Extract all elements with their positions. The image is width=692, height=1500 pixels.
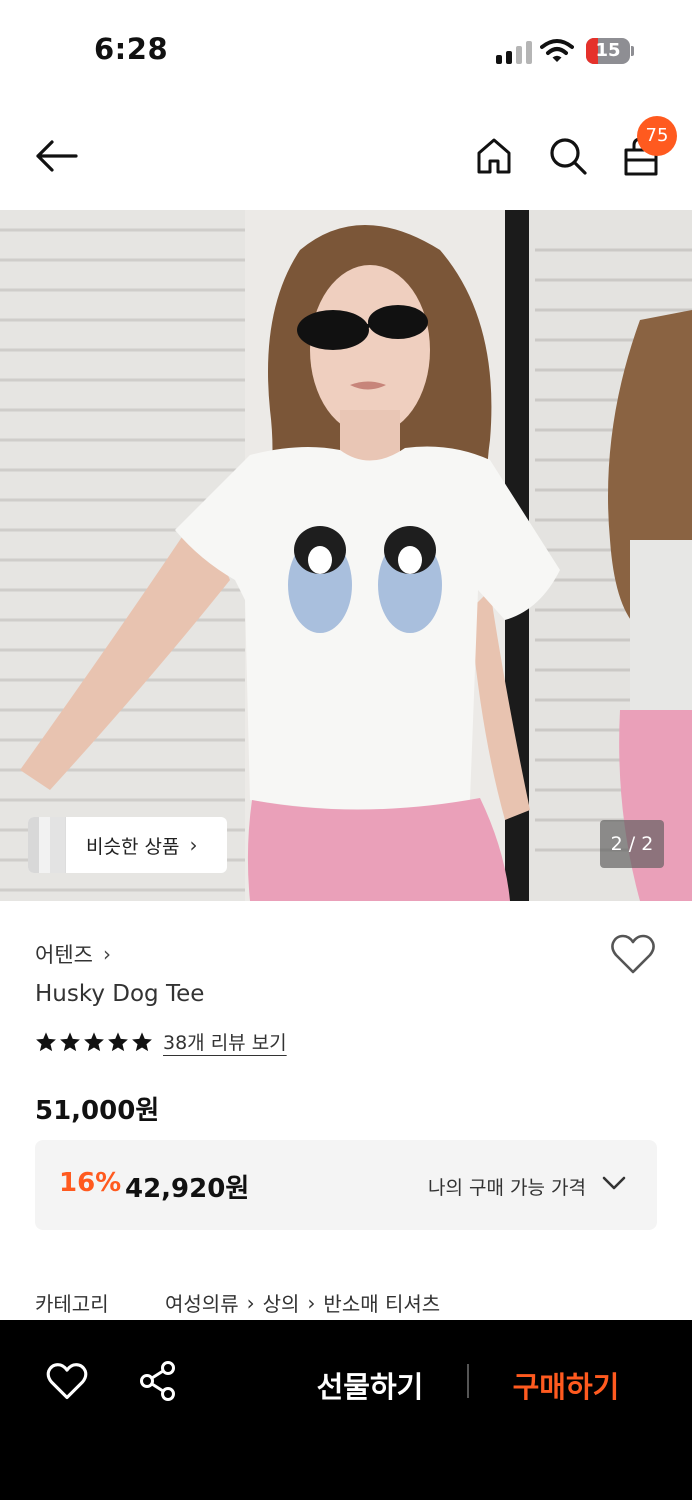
discount-rate: 16% — [59, 1168, 122, 1198]
cellular-signal-icon — [496, 40, 532, 64]
product-name: Husky Dog Tee — [35, 981, 205, 1007]
similar-products-label: 비슷한 상품 — [86, 835, 180, 858]
chevron-right-icon: › — [246, 1290, 255, 1315]
gift-button[interactable]: 선물하기 — [300, 1364, 440, 1406]
brand-name: 어텐즈 — [35, 943, 93, 967]
discount-price: 42,920원 — [125, 1174, 250, 1204]
wishlist-button[interactable] — [610, 934, 656, 980]
chevron-down-icon — [602, 1176, 626, 1190]
similar-product-thumbnail — [28, 817, 66, 873]
star-icon — [84, 1031, 104, 1051]
battery-icon: 15 — [586, 38, 634, 64]
breadcrumb-item[interactable]: 상의 — [263, 1288, 300, 1317]
home-button[interactable] — [470, 132, 518, 180]
heart-icon — [46, 1363, 88, 1400]
arrow-left-icon — [36, 140, 78, 172]
category-label: 카테고리 — [35, 1292, 109, 1316]
star-icon — [36, 1031, 56, 1051]
chevron-right-icon: › — [102, 942, 111, 966]
share-icon — [140, 1361, 175, 1401]
star-icon — [132, 1031, 152, 1051]
my-price-dropdown[interactable]: 16% 42,920원 나의 구매 가능 가격 — [35, 1140, 657, 1230]
category-breadcrumb: 여성의류 › 상의 › 반소매 티셔츠 — [165, 1288, 440, 1317]
chevron-right-icon: › — [307, 1290, 316, 1315]
original-price: 51,000원 — [35, 1096, 160, 1126]
status-bar: 6:28 15 — [0, 0, 692, 100]
back-button[interactable] — [30, 130, 82, 182]
product-image[interactable] — [0, 210, 692, 901]
battery-level-text: 15 — [595, 40, 621, 61]
star-icon — [108, 1031, 128, 1051]
chevron-right-icon: › — [189, 833, 198, 857]
home-icon — [477, 138, 511, 174]
heart-icon — [611, 934, 655, 974]
review-link[interactable]: 38개 리뷰 보기 — [163, 1028, 287, 1055]
breadcrumb-item[interactable]: 반소매 티셔츠 — [323, 1288, 440, 1317]
search-button[interactable] — [544, 132, 592, 180]
similar-products-button[interactable]: 비슷한 상품 › — [28, 817, 227, 873]
bottom-wishlist-button[interactable] — [46, 1362, 88, 1402]
brand-link[interactable]: 어텐즈 › — [35, 939, 111, 969]
image-page-indicator: 2 / 2 — [600, 820, 664, 868]
search-icon — [550, 138, 587, 175]
breadcrumb-item[interactable]: 여성의류 — [165, 1288, 239, 1317]
divider — [467, 1364, 469, 1398]
bottom-action-bar: 선물하기 구매하기 — [0, 1320, 692, 1500]
top-nav — [0, 100, 692, 210]
product-photo — [0, 210, 692, 901]
buy-button[interactable]: 구매하기 — [495, 1364, 637, 1406]
my-price-label: 나의 구매 가능 가격 — [428, 1177, 586, 1199]
rating-stars — [35, 1031, 153, 1053]
status-time: 6:28 — [94, 32, 169, 66]
share-button[interactable] — [138, 1360, 178, 1402]
cart-count-badge: 75 — [637, 116, 677, 156]
rating-row: 38개 리뷰 보기 — [35, 1028, 287, 1055]
wifi-icon — [540, 38, 574, 68]
star-icon — [60, 1031, 80, 1051]
